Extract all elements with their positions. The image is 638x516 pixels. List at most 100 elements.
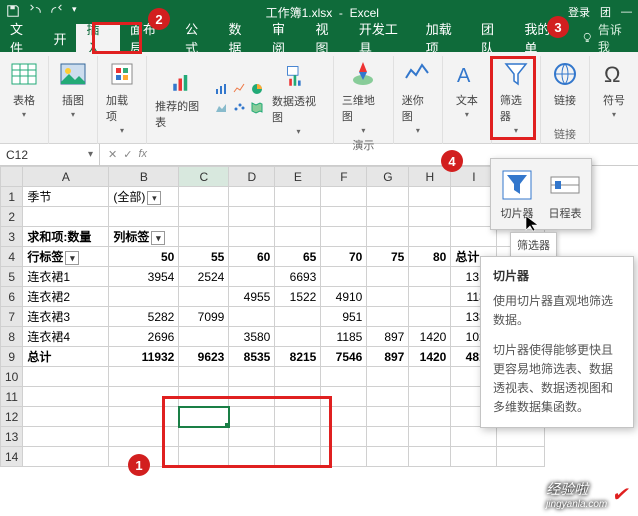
symbol-button[interactable]: Ω 符号▾ <box>596 56 632 121</box>
window-mode-icon[interactable]: 团 <box>600 4 611 20</box>
sparklines-button[interactable]: 迷你图▾ <box>400 56 436 137</box>
link-button[interactable]: 链接 <box>547 56 583 110</box>
col-header[interactable]: D <box>229 167 275 187</box>
col-header[interactable]: G <box>367 167 409 187</box>
active-cell[interactable] <box>179 407 229 427</box>
cell[interactable]: 75 <box>367 247 409 267</box>
cell[interactable]: 行标签▾ <box>23 247 109 267</box>
cell[interactable]: 50 <box>109 247 179 267</box>
cell[interactable] <box>321 267 367 287</box>
row-header[interactable]: 1 <box>1 187 23 207</box>
login-link[interactable]: 登录 <box>568 4 590 20</box>
cell[interactable] <box>409 267 451 287</box>
cell[interactable]: 连衣裙1 <box>23 267 109 287</box>
info-paragraph: 切片器使得能够更快且更容易地筛选表、数据透视表、数据透视图和多维数据集函数。 <box>493 341 621 418</box>
tab-review[interactable]: 审阅 <box>262 24 305 52</box>
tab-mymenu[interactable]: 我的菜单 <box>514 24 581 52</box>
cell[interactable]: 60 <box>229 247 275 267</box>
row-header[interactable]: 5 <box>1 267 23 287</box>
pie-chart-icon[interactable] <box>250 82 264 96</box>
tab-file[interactable]: 文件 <box>0 24 43 52</box>
col-header[interactable]: C <box>179 167 229 187</box>
col-header[interactable]: F <box>321 167 367 187</box>
cancel-formula-icon[interactable]: ✕ <box>108 148 117 161</box>
select-all-corner[interactable] <box>1 167 23 187</box>
save-icon[interactable] <box>6 4 20 21</box>
cell[interactable]: 总计 <box>23 347 109 367</box>
cell[interactable]: 季节 <box>23 187 109 207</box>
row-header[interactable]: 12 <box>1 407 23 427</box>
fx-icon[interactable]: fx <box>138 148 147 161</box>
recommended-charts-button[interactable]: 推荐的图表 <box>153 66 210 132</box>
cell[interactable]: 求和项:数量 <box>23 227 109 247</box>
undo-icon[interactable] <box>28 4 42 21</box>
row-header[interactable]: 2 <box>1 207 23 227</box>
row-header[interactable]: 6 <box>1 287 23 307</box>
ribbon-tabs: 文件 开 插入 面布局 公式 数据 审阅 视图 开发工具 加载项 团队 我的菜单… <box>0 24 638 52</box>
chevron-down-icon[interactable]: ▾ <box>88 149 93 160</box>
timeline-option[interactable]: 日程表 <box>545 165 585 223</box>
tab-team[interactable]: 团队 <box>471 24 514 52</box>
line-chart-icon[interactable] <box>232 82 246 96</box>
redo-icon[interactable] <box>50 4 64 21</box>
col-dropdown-icon[interactable]: ▾ <box>151 231 165 245</box>
illustrations-button[interactable]: 插图▾ <box>55 56 91 121</box>
cell[interactable] <box>367 267 409 287</box>
row-header[interactable]: 9 <box>1 347 23 367</box>
chart-type-grid[interactable] <box>214 82 266 116</box>
filter-dropdown-icon[interactable]: ▾ <box>147 191 161 205</box>
tab-home-partial[interactable]: 开 <box>43 24 76 52</box>
cell[interactable]: (全部)▾ <box>109 187 179 207</box>
row-header[interactable]: 14 <box>1 447 23 467</box>
cell[interactable]: 65 <box>275 247 321 267</box>
row-header[interactable]: 4 <box>1 247 23 267</box>
3d-map-button[interactable]: 三维地图▾ <box>340 56 387 137</box>
row-header[interactable]: 13 <box>1 427 23 447</box>
cell[interactable]: 55 <box>179 247 229 267</box>
tab-layout-partial[interactable]: 面布局 <box>120 24 175 52</box>
col-header[interactable]: B <box>109 167 179 187</box>
scatter-chart-icon[interactable] <box>232 100 246 114</box>
bar-chart-icon[interactable] <box>214 82 228 96</box>
tab-formula[interactable]: 公式 <box>175 24 218 52</box>
accept-formula-icon[interactable]: ✓ <box>123 148 132 161</box>
cell[interactable]: 列标签▾ <box>109 227 179 247</box>
cell[interactable]: 3954 <box>109 267 179 287</box>
info-title: 切片器 <box>493 267 621 286</box>
slicer-option[interactable]: 切片器 <box>497 165 537 223</box>
addins-button[interactable]: 加载项▾ <box>104 56 140 137</box>
tables-button[interactable]: 表格▾ <box>6 56 42 121</box>
tab-addin[interactable]: 加载项 <box>416 24 471 52</box>
svg-text:A: A <box>457 65 471 87</box>
row-header[interactable]: 7 <box>1 307 23 327</box>
pivot-chart-button[interactable]: 数据透视图▾ <box>270 61 327 138</box>
cell[interactable]: 70 <box>321 247 367 267</box>
ribbon: 表格▾ 插图▾ 加载项▾ 推荐的图表 <box>0 52 638 144</box>
map-chart-icon[interactable] <box>250 100 264 114</box>
name-box[interactable]: C12▾ <box>0 144 100 165</box>
tab-data[interactable]: 数据 <box>219 24 262 52</box>
tab-view[interactable]: 视图 <box>305 24 348 52</box>
tab-dev[interactable]: 开发工具 <box>349 24 416 52</box>
cell[interactable]: 连衣裙3 <box>23 307 109 327</box>
cell[interactable]: 连衣裙2 <box>23 287 109 307</box>
filter-button[interactable]: 筛选器▾ <box>498 56 534 137</box>
col-header[interactable]: A <box>23 167 109 187</box>
row-header[interactable]: 11 <box>1 387 23 407</box>
col-header[interactable]: E <box>275 167 321 187</box>
area-chart-icon[interactable] <box>214 100 228 114</box>
tell-me[interactable]: 告诉我 <box>581 24 638 52</box>
cell[interactable]: 2524 <box>179 267 229 287</box>
minimize-icon[interactable]: — <box>621 6 632 18</box>
cell[interactable]: 6693 <box>275 267 321 287</box>
col-header[interactable]: H <box>409 167 451 187</box>
text-button[interactable]: A 文本▾ <box>449 56 485 121</box>
cell[interactable] <box>229 267 275 287</box>
cell[interactable]: 连衣裙4 <box>23 327 109 347</box>
tab-insert[interactable]: 插入 <box>76 24 119 52</box>
row-header[interactable]: 8 <box>1 327 23 347</box>
row-dropdown-icon[interactable]: ▾ <box>65 251 79 265</box>
row-header[interactable]: 3 <box>1 227 23 247</box>
row-header[interactable]: 10 <box>1 367 23 387</box>
cell[interactable]: 80 <box>409 247 451 267</box>
